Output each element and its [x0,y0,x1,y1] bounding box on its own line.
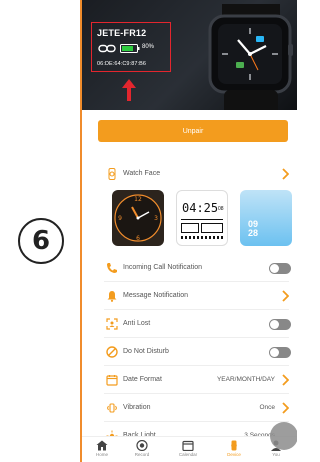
tab-label: You [272,452,280,457]
setting-label: Vibration [123,404,151,411]
tab-home[interactable]: Home [82,440,122,457]
setting-label: Date Format [123,376,162,383]
chevron-right-icon [282,374,289,386]
tab-label: Calendar [178,452,198,457]
watch-face-analog[interactable]: 12 3 6 9 [112,190,164,246]
blue-face-minute: 28 [248,228,259,238]
incoming-call-row[interactable]: Incoming Call Notification [82,255,297,281]
watch-face-label: Watch Face [123,170,161,177]
do-not-disturb-icon [106,346,118,358]
smartwatch-image [208,4,293,110]
watch-face-digital[interactable]: 04:25 08 [176,190,228,246]
device-name: JETE-FR12 [97,28,147,38]
mac-address: 06:DE:64:C9:87:B6 [97,61,147,67]
bell-icon [107,291,117,302]
anti-lost-row[interactable]: Anti Lost [82,311,297,337]
date-format-value: YEAR/MONTH/DAY [216,376,275,383]
device-icon [231,440,237,451]
calendar-icon [106,375,118,386]
svg-text:12: 12 [134,196,142,203]
tab-calendar[interactable]: Calendar [168,440,208,457]
tab-label: Device [227,452,241,457]
vibration-icon [106,403,118,413]
date-format-row[interactable]: Date Format YEAR/MONTH/DAY [82,367,297,393]
unpair-button[interactable]: Unpair [98,120,288,142]
anti-lost-toggle[interactable] [269,319,291,330]
phone-screen: JETE-FR12 80% 06:DE:64:C9:87:B6 Unpair W… [80,0,297,462]
vibration-value: Once [259,404,275,411]
message-notification-row[interactable]: Message Notification [82,283,297,309]
svg-text:3: 3 [154,215,158,222]
setting-label: Message Notification [123,292,188,299]
do-not-disturb-toggle[interactable] [269,347,291,358]
bottom-tab-bar: Home Record Calendar Device You [82,436,297,462]
setting-label: Anti Lost [123,320,151,327]
chevron-right-icon [282,290,289,302]
tab-label: Record [134,452,150,457]
phone-icon [107,263,117,273]
floating-action-button[interactable] [270,422,297,450]
anti-lost-icon [106,318,118,330]
calendar-icon [182,440,194,451]
svg-text:9: 9 [118,215,122,222]
do-not-disturb-row[interactable]: Do Not Disturb [82,339,297,365]
step-number-badge: 6 [18,218,64,264]
arrow-up-icon [122,79,136,101]
setting-label: Incoming Call Notification [123,264,202,271]
svg-text:6: 6 [136,235,140,242]
tab-label: Home [95,452,108,457]
device-header: JETE-FR12 80% 06:DE:64:C9:87:B6 [82,0,297,110]
link-icon [98,44,116,53]
watch-icon [108,168,116,180]
battery-percentage: 80% [142,44,155,50]
digital-face-seconds: 08 [218,206,224,212]
setting-label: Do Not Disturb [123,348,169,355]
home-icon [96,440,108,451]
watch-face-row[interactable]: Watch Face [82,161,297,187]
tab-record[interactable]: Record [122,440,162,457]
record-icon [136,440,148,451]
chevron-right-icon [282,402,289,414]
watch-face-blue[interactable]: 09 28 [240,190,292,246]
incoming-call-toggle[interactable] [269,263,291,274]
battery-icon [120,44,140,53]
watch-face-gallery: 12 3 6 9 04:25 08 09 28 [112,190,294,248]
digital-face-time: 04:25 [182,201,219,215]
vibration-row[interactable]: Vibration Once [82,395,297,421]
chevron-right-icon [282,168,289,180]
tab-device[interactable]: Device [214,440,254,457]
